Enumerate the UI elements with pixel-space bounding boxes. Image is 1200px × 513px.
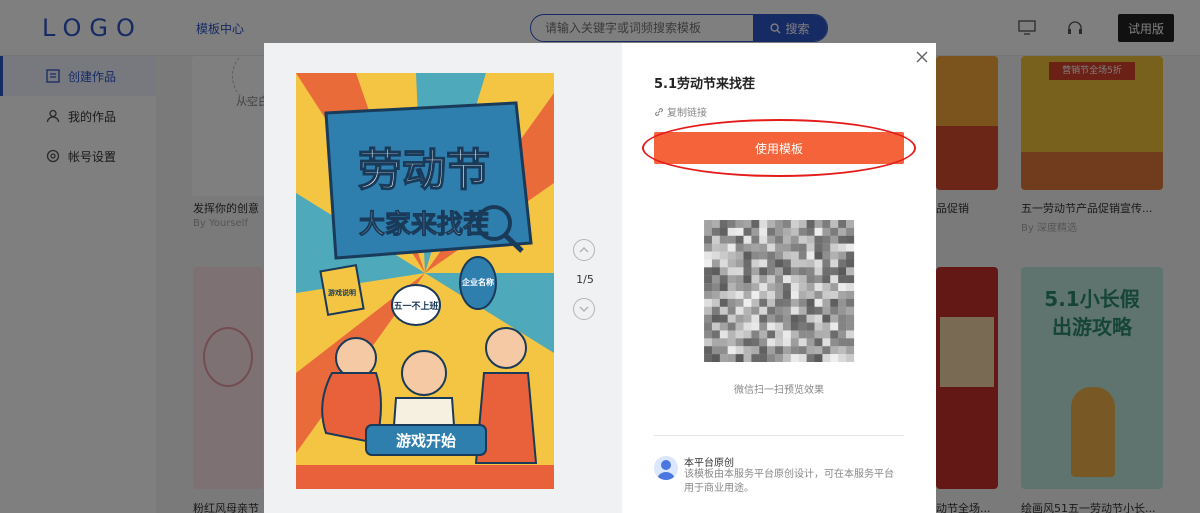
close-icon[interactable] (914, 49, 930, 65)
page-navigator: 1/5 (573, 239, 597, 320)
poster-bubble-right: 企业名称 (461, 277, 494, 287)
highlight-annotation (642, 119, 916, 177)
user-avatar-icon (657, 460, 675, 480)
template-title: 5.1劳动节来找茬 (654, 77, 756, 92)
divider (654, 435, 904, 436)
poster-headline: 劳动节 (358, 145, 490, 196)
qr-code (704, 220, 855, 362)
poster-subline: 大家来找茬 (359, 209, 489, 240)
copy-link-label: 复制链接 (667, 108, 707, 119)
chevron-up-icon (579, 246, 589, 253)
poster-sign: 游戏说明 (328, 288, 356, 297)
poster-banner: 游戏开始 (396, 432, 456, 450)
qr-caption: 微信扫一扫预览效果 (734, 385, 824, 396)
copy-link[interactable]: 复制链接 (654, 104, 707, 119)
next-page-button[interactable] (573, 298, 595, 320)
template-preview-modal: 劳动节 大家来找茬 五一不上班 企业名称 游戏说明 游戏开始 1/5 5.1劳动… (264, 43, 936, 513)
link-icon (655, 107, 663, 116)
template-poster: 劳动节 大家来找茬 五一不上班 企业名称 游戏说明 游戏开始 (296, 73, 554, 489)
original-badge-title: 本平台原创 (684, 458, 734, 469)
preview-pane: 劳动节 大家来找茬 五一不上班 企业名称 游戏说明 游戏开始 1/5 (264, 43, 622, 513)
original-description: 该模板由本服务平台原创设计，可在本服务平台用于商业用途。 (684, 469, 894, 494)
prev-page-button[interactable] (573, 239, 595, 261)
chevron-down-icon (579, 306, 589, 313)
poster-bubble-left: 五一不上班 (393, 300, 438, 312)
avatar (654, 456, 678, 480)
page-indicator: 1/5 (576, 273, 594, 286)
